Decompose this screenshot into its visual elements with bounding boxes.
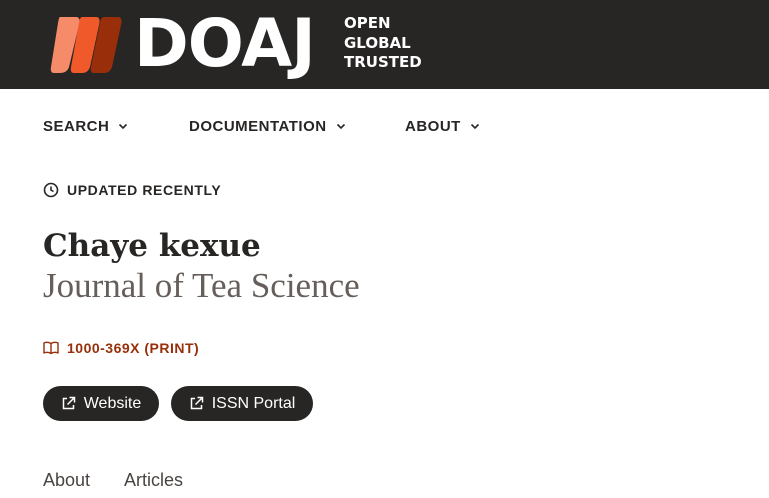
- nav-about-label: ABOUT: [405, 117, 461, 135]
- nav-search-label: SEARCH: [43, 117, 110, 135]
- issn-portal-button[interactable]: ISSN Portal: [171, 386, 313, 421]
- doaj-leaves-logo-icon: [50, 17, 122, 73]
- nav-search[interactable]: SEARCH: [43, 116, 129, 136]
- issn-label: 1000-369X (PRINT): [67, 340, 200, 356]
- nav-about[interactable]: ABOUT: [405, 116, 481, 136]
- nav-documentation[interactable]: DOCUMENTATION: [189, 116, 347, 136]
- chevron-down-icon: [336, 123, 345, 130]
- tagline-open: OPEN: [344, 14, 391, 32]
- issn-portal-button-label: ISSN Portal: [211, 394, 296, 412]
- updated-label: UPDATED RECENTLY: [67, 182, 222, 198]
- issn-info: 1000-369X (PRINT): [43, 338, 199, 358]
- chevron-down-icon: [119, 123, 128, 130]
- updated-status: UPDATED RECENTLY: [43, 180, 221, 200]
- clock-icon: [43, 182, 59, 198]
- nav-documentation-label: DOCUMENTATION: [189, 117, 327, 135]
- site-header: DOAJ OPEN GLOBAL TRUSTED: [0, 0, 769, 89]
- tab-articles[interactable]: Articles: [124, 470, 183, 491]
- website-button-label: Website: [83, 394, 142, 412]
- doaj-wordmark: DOAJ: [134, 5, 316, 82]
- journal-alternative-title: Journal of Tea Science: [43, 266, 360, 305]
- external-link-icon: [62, 396, 75, 410]
- book-icon: [43, 341, 59, 355]
- brand-tagline: OPEN GLOBAL TRUSTED: [344, 14, 422, 73]
- journal-title: Chaye kexue: [43, 228, 261, 264]
- tab-about[interactable]: About: [43, 470, 90, 491]
- tagline-trusted: TRUSTED: [344, 53, 422, 71]
- chevron-down-icon: [470, 123, 479, 130]
- website-button[interactable]: Website: [43, 386, 159, 421]
- external-link-icon: [190, 396, 203, 410]
- tagline-global: GLOBAL: [344, 33, 411, 52]
